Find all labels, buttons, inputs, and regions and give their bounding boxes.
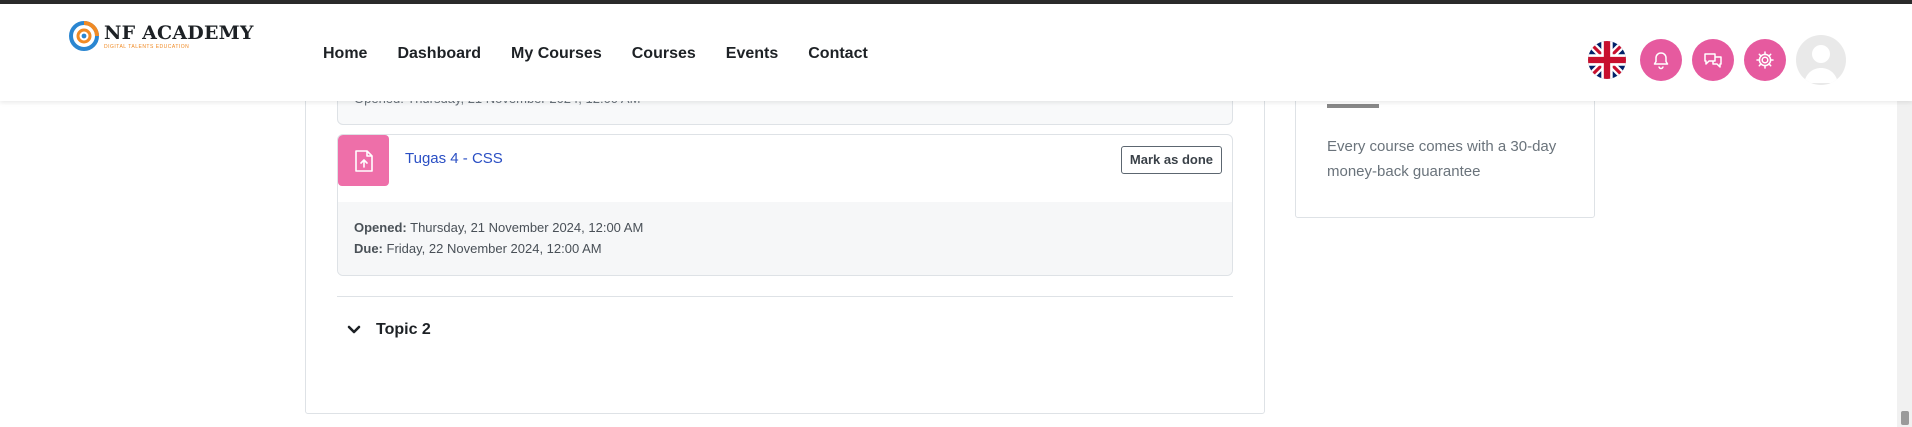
chevron-down-icon (344, 320, 364, 340)
gear-icon[interactable] (1744, 39, 1786, 81)
mark-as-done-button[interactable]: Mark as done (1120, 146, 1222, 174)
sidebar-accent-bar (1327, 104, 1379, 108)
due-label: Due: (354, 241, 383, 256)
bell-icon[interactable] (1640, 39, 1682, 81)
main-nav: Home Dashboard My Courses Courses Events… (323, 45, 868, 63)
assignment-upload-icon (338, 135, 389, 186)
page-scrollbar[interactable] (1897, 101, 1912, 427)
logo-swirl-icon (69, 21, 99, 51)
due-date-row: Due: Friday, 22 November 2024, 12:00 AM (354, 241, 1216, 256)
opened-label: Opened: (354, 220, 407, 235)
chat-icon[interactable] (1692, 39, 1734, 81)
activity-card: Tugas 4 - CSS Mark as done Opened: Thurs… (337, 134, 1233, 276)
site-logo[interactable]: NF ACADEMY DIGITAL TALENTS EDUCATION (68, 20, 254, 52)
scrollbar-thumb[interactable] (1901, 411, 1909, 425)
user-avatar[interactable] (1796, 35, 1846, 85)
brand-tagline: DIGITAL TALENTS EDUCATION (104, 43, 190, 50)
due-value: Friday, 22 November 2024, 12:00 AM (386, 241, 602, 256)
section-divider (337, 296, 1233, 297)
site-header: NF ACADEMY DIGITAL TALENTS EDUCATION Hom… (0, 4, 1912, 101)
header-actions (1588, 35, 1846, 85)
opened-date-row: Opened: Thursday, 21 November 2024, 12:0… (354, 220, 1216, 235)
topic-2-section-toggle[interactable]: Topic 2 (344, 320, 431, 340)
nav-my-courses[interactable]: My Courses (511, 45, 602, 63)
brand-name: NF ACADEMY (104, 21, 254, 44)
nav-events[interactable]: Events (726, 45, 778, 63)
topic-title: Topic 2 (376, 321, 431, 338)
activity-dates: Opened: Thursday, 21 November 2024, 12:0… (338, 202, 1232, 275)
nav-dashboard[interactable]: Dashboard (397, 45, 481, 63)
nav-home[interactable]: Home (323, 45, 367, 63)
nav-courses[interactable]: Courses (632, 45, 696, 63)
opened-value: Thursday, 21 November 2024, 12:00 AM (410, 220, 644, 235)
guarantee-text: Every course comes with a 30-day money-b… (1327, 138, 1557, 180)
activity-title-link[interactable]: Tugas 4 - CSS (405, 150, 503, 167)
nav-contact[interactable]: Contact (808, 45, 868, 63)
uk-flag-icon[interactable] (1588, 41, 1626, 79)
